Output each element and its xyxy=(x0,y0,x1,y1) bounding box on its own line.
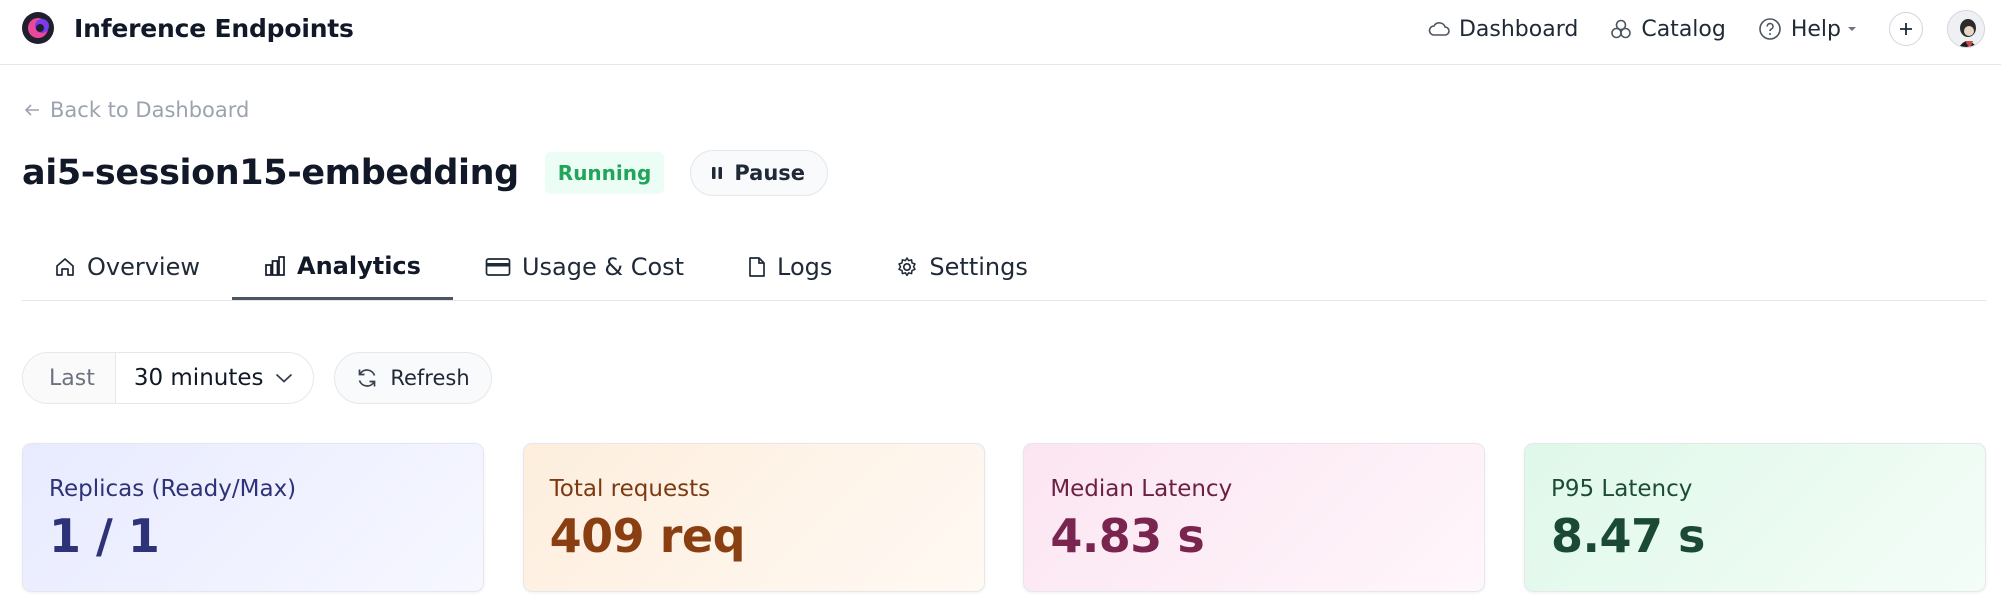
metric-label: Total requests xyxy=(549,476,711,502)
nav-help-menu[interactable]: Help xyxy=(1758,17,1857,42)
endpoint-name: ai5-session15-embedding xyxy=(22,153,519,193)
metric-card-p95-latency: P95 Latency 8.47 s xyxy=(1523,443,1986,592)
refresh-button-label: Refresh xyxy=(390,366,470,390)
tab-logs[interactable]: Logs xyxy=(716,234,864,300)
gear-icon xyxy=(898,257,917,277)
pause-icon xyxy=(712,167,723,179)
time-range-select[interactable]: Last 30 minutes xyxy=(22,352,314,404)
metric-card-replicas: Replicas (Ready/Max) 1 / 1 xyxy=(22,443,484,592)
tab-analytics-label: Analytics xyxy=(297,251,421,280)
credit-card-icon xyxy=(485,258,511,276)
refresh-icon xyxy=(358,369,376,387)
brand[interactable]: Inference Endpoints xyxy=(20,8,354,48)
tab-logs-label: Logs xyxy=(777,253,833,281)
tab-overview[interactable]: Overview xyxy=(22,234,232,300)
nav-catalog-link[interactable]: Catalog xyxy=(1610,17,1726,42)
cloud-icon xyxy=(1428,22,1450,36)
metric-label: Replicas (Ready/Max) xyxy=(49,476,297,502)
metric-value: 409 req xyxy=(549,509,746,563)
time-range-dropdown[interactable]: 30 minutes xyxy=(116,365,313,391)
top-bar: Inference Endpoints Dashboard Catalog He… xyxy=(0,0,2001,65)
metric-label: P95 Latency xyxy=(1550,476,1693,502)
status-badge: Running xyxy=(544,152,665,194)
tab-usage-cost[interactable]: Usage & Cost xyxy=(453,234,716,300)
metric-value: 4.83 s xyxy=(1050,509,1205,563)
tab-overview-label: Overview xyxy=(87,253,200,281)
nav-catalog-label: Catalog xyxy=(1641,16,1726,42)
tab-settings[interactable]: Settings xyxy=(864,234,1059,300)
back-to-dashboard-link[interactable]: Back to Dashboard xyxy=(24,98,249,122)
tab-analytics[interactable]: Analytics xyxy=(232,234,453,300)
add-button[interactable] xyxy=(1889,12,1923,46)
metric-value: 1 / 1 xyxy=(49,509,160,563)
file-icon xyxy=(749,257,765,277)
chart-icon xyxy=(265,255,285,276)
nav-dashboard-label: Dashboard xyxy=(1458,16,1579,42)
caret-down-icon xyxy=(1848,27,1856,31)
chevron-down-icon xyxy=(275,373,293,383)
tab-settings-label: Settings xyxy=(929,253,1028,281)
refresh-button[interactable]: Refresh xyxy=(334,352,492,404)
help-circle-icon xyxy=(1759,18,1781,40)
app-title: Inference Endpoints xyxy=(74,13,354,43)
home-icon xyxy=(56,258,74,276)
nav-help-label: Help xyxy=(1790,16,1841,42)
endpoint-header: ai5-session15-embedding Running Pause xyxy=(22,148,829,198)
plus-icon xyxy=(1900,23,1912,35)
pause-button[interactable]: Pause xyxy=(690,150,829,196)
metric-value: 8.47 s xyxy=(1550,509,1705,563)
catalog-icon xyxy=(1611,19,1632,39)
avatar-image xyxy=(1948,11,1984,47)
metric-label: Median Latency xyxy=(1050,476,1233,502)
arrow-left-icon xyxy=(24,104,39,116)
pause-button-label: Pause xyxy=(734,161,806,185)
time-range-prefix: Last xyxy=(23,353,116,403)
endpoint-tabs: Overview Analytics Usage & Cost Logs Set… xyxy=(22,234,1986,301)
back-link-label: Back to Dashboard xyxy=(50,98,250,122)
tab-usage-cost-label: Usage & Cost xyxy=(521,253,685,281)
metric-card-median-latency: Median Latency 4.83 s xyxy=(1023,443,1486,592)
user-avatar[interactable] xyxy=(1947,10,1985,48)
metric-card-total-requests: Total requests 409 req xyxy=(522,443,985,592)
top-navigation: Dashboard Catalog Help xyxy=(1428,9,1985,49)
time-range-value: 30 minutes xyxy=(133,365,264,391)
metric-cards: Replicas (Ready/Max) 1 / 1 Total request… xyxy=(22,443,1986,592)
inference-endpoints-logo-icon xyxy=(22,12,54,44)
nav-dashboard-link[interactable]: Dashboard xyxy=(1428,17,1578,42)
